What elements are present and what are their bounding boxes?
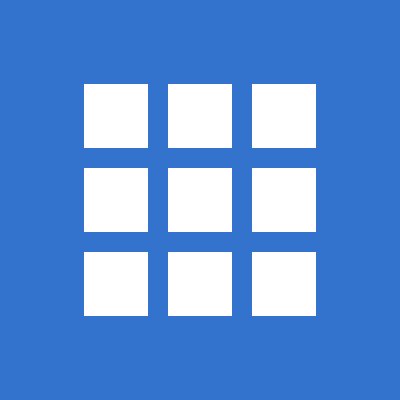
grid-square bbox=[84, 252, 148, 316]
grid-square bbox=[84, 168, 148, 232]
grid-square bbox=[252, 252, 316, 316]
grid-square bbox=[252, 84, 316, 148]
grid-square bbox=[252, 168, 316, 232]
app-grid-icon-tile bbox=[0, 0, 400, 400]
grid-square bbox=[168, 252, 232, 316]
grid-square bbox=[168, 168, 232, 232]
app-grid-icon bbox=[84, 84, 316, 316]
grid-square bbox=[84, 84, 148, 148]
grid-square bbox=[168, 84, 232, 148]
